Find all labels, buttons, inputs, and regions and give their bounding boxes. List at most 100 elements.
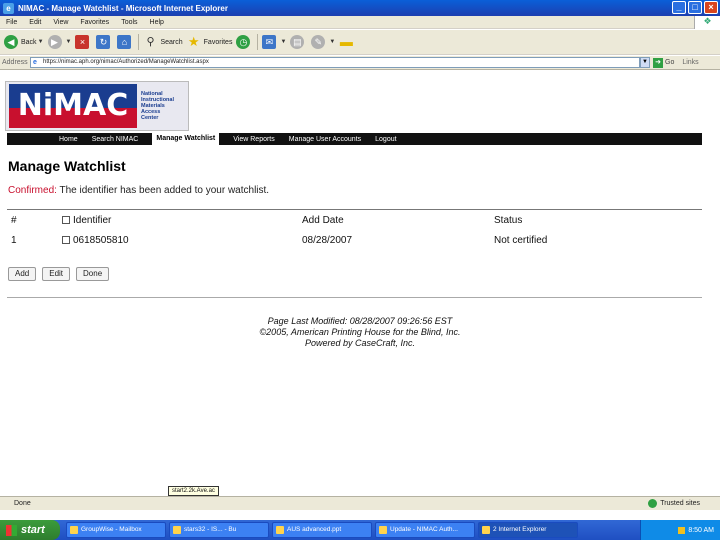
address-bar: Address https://nimac.aph.org/nimac/Auth… <box>0 56 720 70</box>
taskbar: start GroupWise - Mailbox stars32 - IS..… <box>0 520 720 540</box>
task-internet-explorer[interactable]: 2 Internet Explorer <box>478 522 578 538</box>
go-button[interactable]: ➜ Go <box>653 57 675 68</box>
row-number: 1 <box>11 234 17 246</box>
row-status: Not certified <box>494 234 548 246</box>
done-button[interactable]: Done <box>76 267 110 281</box>
confirmation-label: Confirmed: <box>8 185 57 196</box>
nav-search-nimac[interactable]: Search NIMAC <box>92 136 139 143</box>
menu-help[interactable]: Help <box>150 19 164 26</box>
tooltip: start2.2k.Ave.ac <box>168 486 219 496</box>
task-groupwise[interactable]: GroupWise - Mailbox <box>66 522 166 538</box>
edit-button[interactable]: Edit <box>42 267 71 281</box>
history-icon: ◷ <box>236 35 251 49</box>
header-identifier: Identifier <box>62 215 302 226</box>
menu-edit[interactable]: Edit <box>29 19 41 26</box>
menu-favorites[interactable]: Favorites <box>80 19 109 26</box>
folder-icon: ▬ <box>339 34 353 49</box>
mail-button[interactable]: ✉ ▼ <box>262 35 286 49</box>
back-label: Back <box>21 38 37 46</box>
menu-bar: File Edit View Favorites Tools Help <box>0 16 720 29</box>
divider <box>7 297 702 298</box>
chevron-down-icon: ▼ <box>37 39 44 45</box>
go-arrow-icon: ➜ <box>653 57 663 68</box>
back-arrow-icon: ◀ <box>4 35 18 49</box>
windows-logo-icon: ❖ <box>694 16 720 29</box>
address-label: Address <box>2 59 28 66</box>
row-add-date: 08/28/2007 <box>302 234 353 246</box>
logo-text: National Instructional Materials Access … <box>141 91 174 121</box>
task-powerpoint[interactable]: AUS advanced.ppt <box>272 522 372 538</box>
confirmation-message: Confirmed: The identifier has been added… <box>8 185 269 196</box>
row-identifier-value: 0618505810 <box>73 234 129 246</box>
add-button[interactable]: Add <box>8 267 37 281</box>
site-nav: Home Search NIMAC Manage Watchlist View … <box>7 133 702 145</box>
go-label: Go <box>665 59 675 66</box>
menu-tools[interactable]: Tools <box>121 19 137 26</box>
print-icon: ▤ <box>290 35 305 49</box>
back-button[interactable]: ◀ Back ▼ <box>4 35 44 49</box>
confirmation-text: The identifier has been added to your wa… <box>59 185 270 196</box>
toolbar-separator <box>257 34 259 50</box>
ie-icon: e <box>3 2 14 14</box>
logo-mark: NiMAC <box>9 84 137 128</box>
folder-button[interactable]: ▬ <box>339 35 356 49</box>
links-button[interactable]: Links <box>682 59 698 66</box>
search-icon: ⚲ <box>146 36 155 48</box>
header-add-date: Add Date <box>302 214 344 226</box>
chevron-down-icon: ▼ <box>65 39 72 45</box>
page-content: NiMAC National Instructional Materials A… <box>0 71 720 495</box>
forward-button[interactable]: ▶ ▼ <box>47 35 72 49</box>
title-bar: e NIMAC - Manage Watchlist - Microsoft I… <box>0 0 720 16</box>
toolbar: ◀ Back ▼ ▶ ▼ × ↻ ⌂ ⚲ Search ★ Favorites … <box>0 30 720 55</box>
window-controls: _ □ × <box>672 1 718 14</box>
search-label: Search <box>160 38 183 46</box>
favorites-label: Favorites <box>203 38 233 46</box>
status-bar: Done Trusted sites <box>0 496 720 510</box>
watchlist-table: # Identifier Add Date Status 1 061850581… <box>7 209 702 250</box>
menu-view[interactable]: View <box>53 19 68 26</box>
task-update[interactable]: Update - NIMAC Auth... <box>375 522 475 538</box>
favorites-button[interactable]: ★ Favorites <box>187 35 233 49</box>
start-label: start <box>21 524 45 536</box>
nav-logout[interactable]: Logout <box>375 136 396 143</box>
address-dropdown[interactable]: ▼ <box>640 57 650 68</box>
toolbar-separator <box>138 34 140 50</box>
close-button[interactable]: × <box>704 1 718 14</box>
tray-icon[interactable] <box>678 526 686 534</box>
row-checkbox[interactable] <box>62 236 70 244</box>
minimize-button[interactable]: _ <box>672 1 686 14</box>
maximize-button[interactable]: □ <box>688 1 702 14</box>
mail-icon: ✉ <box>262 35 277 49</box>
edit-icon: ✎ <box>311 35 326 49</box>
chevron-down-icon: ▼ <box>329 39 336 45</box>
zone-label: Trusted sites <box>660 500 700 507</box>
print-button[interactable]: ▤ <box>290 35 307 49</box>
footer-powered-by: Powered by CaseCraft, Inc. <box>304 338 416 348</box>
select-all-checkbox[interactable] <box>62 216 70 224</box>
header-number: # <box>11 214 17 226</box>
table-row: 1 0618505810 08/28/2007 Not certified <box>7 230 702 250</box>
search-button[interactable]: ⚲ Search <box>143 35 182 49</box>
system-tray: 8:50 AM <box>640 520 720 540</box>
edit-button[interactable]: ✎ ▼ <box>311 35 335 49</box>
nav-manage-user-accounts[interactable]: Manage User Accounts <box>289 136 361 143</box>
windows-flag-icon <box>6 524 17 536</box>
home-button[interactable]: ⌂ <box>117 35 134 49</box>
nav-view-reports[interactable]: View Reports <box>233 136 275 143</box>
nav-home[interactable]: Home <box>59 136 78 143</box>
header-status: Status <box>494 214 523 226</box>
status-text: Done <box>14 500 31 507</box>
task-list: GroupWise - Mailbox stars32 - IS... - Bu… <box>66 522 578 538</box>
task-stars[interactable]: stars32 - IS... - Bu <box>169 522 269 538</box>
star-icon: ★ <box>187 34 200 49</box>
refresh-button[interactable]: ↻ <box>96 35 113 49</box>
address-input[interactable]: https://nimac.aph.org/nimac/Authorized/M… <box>30 57 640 68</box>
stop-button[interactable]: × <box>75 35 92 49</box>
clock: 8:50 AM <box>688 526 714 534</box>
start-button[interactable]: start <box>0 520 60 540</box>
history-button[interactable]: ◷ <box>236 35 253 49</box>
menu-file[interactable]: File <box>6 19 17 26</box>
page-title: Manage Watchlist <box>8 158 126 174</box>
nav-manage-watchlist[interactable]: Manage Watchlist <box>152 133 220 145</box>
nimac-logo[interactable]: NiMAC National Instructional Materials A… <box>5 81 189 131</box>
